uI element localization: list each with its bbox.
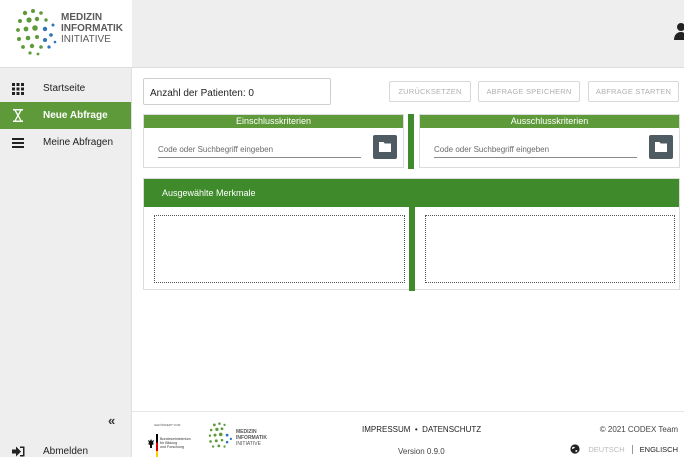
sponsor-text: Bundesministerium für Bildung und Forsch… — [160, 437, 191, 450]
globe-icon — [570, 444, 580, 454]
eagle-icon — [148, 439, 154, 448]
selected-features-divider — [409, 207, 415, 291]
list-icon — [11, 136, 25, 150]
language-de-button[interactable]: DEUTSCH — [588, 444, 633, 454]
reset-button[interactable]: ZURÜCKSETZEN — [389, 81, 471, 102]
patient-count: Anzahl der Patienten: 0 — [143, 78, 331, 105]
sponsor-caption: GEFÖRDERT VOM — [154, 423, 181, 427]
logo-text: MEDIZIN INFORMATIK INITIATIVE — [61, 12, 123, 45]
selected-features-title: Ausgewählte Merkmale — [144, 179, 679, 207]
sidebar-item-startseite[interactable]: Startseite — [0, 75, 131, 102]
collapse-sidebar-button[interactable]: « — [108, 413, 115, 428]
app-logo: MEDIZIN INFORMATIK INITIATIVE — [0, 0, 132, 68]
bmbf-logo: GEFÖRDERT VOM Bundesministerium für Bild… — [140, 418, 200, 457]
grid-icon — [11, 82, 25, 96]
sidebar-item-neue-abfrage[interactable]: Neue Abfrage — [0, 102, 131, 129]
logo-line2: INFORMATIK — [61, 23, 124, 34]
exclusion-criteria-panel: Ausschlusskriterien — [419, 114, 680, 168]
copyright: © 2021 CODEX Team — [599, 425, 678, 434]
sidebar-item-label: Startseite — [43, 83, 86, 94]
start-query-button[interactable]: ABFRAGE STARTEN — [588, 81, 679, 102]
inclusion-drop-zone[interactable] — [154, 215, 405, 283]
exclusion-search-input[interactable] — [434, 141, 637, 158]
sponsor-line3: und Forschung — [160, 445, 184, 450]
inclusion-criteria-panel: Einschlusskriterien — [143, 114, 404, 168]
inclusion-search-input[interactable] — [158, 141, 361, 158]
logout-label: Abmelden — [43, 446, 89, 457]
exclusion-criteria-title: Ausschlusskriterien — [420, 115, 679, 128]
datenschutz-link[interactable]: DATENSCHUTZ — [422, 425, 481, 434]
inclusion-criteria-title: Einschlusskriterien — [144, 115, 403, 128]
exclusion-drop-zone[interactable] — [425, 215, 675, 283]
criteria-divider — [408, 114, 414, 169]
inclusion-folder-button[interactable] — [373, 135, 397, 159]
version-label: Version 0.9.0 — [398, 447, 445, 456]
language-en-button[interactable]: ENGLISCH — [633, 445, 678, 454]
flag-bar — [156, 434, 158, 457]
sidebar-item-meine-abfragen[interactable]: Meine Abfragen — [0, 129, 131, 156]
footer-logo-text: MEDIZIN INFORMATIK INITIATIVE — [236, 429, 267, 447]
logo-dots-icon — [16, 9, 57, 56]
footer-links: IMPRESSUM • DATENSCHUTZ — [362, 425, 481, 434]
folder-icon — [379, 142, 391, 152]
sidebar-item-label: Neue Abfrage — [43, 110, 108, 121]
hourglass-icon — [11, 109, 25, 123]
sidebar: MEDIZIN INFORMATIK INITIATIVE Startseite… — [0, 0, 132, 457]
impressum-link[interactable]: IMPRESSUM — [362, 425, 410, 434]
logo-line1: MEDIZIN — [61, 12, 103, 23]
logo-line3: INITIATIVE — [61, 34, 111, 45]
save-query-button[interactable]: ABFRAGE SPEICHERN — [478, 81, 580, 102]
footer: GEFÖRDERT VOM Bundesministerium für Bild… — [132, 411, 684, 457]
sidebar-item-label: Meine Abfragen — [43, 137, 114, 148]
footer-logo-dots-icon — [208, 422, 233, 448]
folder-icon — [655, 142, 667, 152]
footer-logo-line3: INITIATIVE — [236, 441, 261, 447]
language-switcher: DEUTSCH ENGLISCH — [570, 444, 678, 454]
exclusion-folder-button[interactable] — [649, 135, 673, 159]
selected-features-panel: Ausgewählte Merkmale — [143, 178, 680, 291]
footer-link-separator: • — [414, 425, 418, 434]
user-icon[interactable] — [674, 22, 684, 40]
top-bar — [132, 0, 684, 68]
logout-button[interactable]: Abmelden — [0, 438, 131, 457]
logout-icon — [11, 445, 25, 457]
